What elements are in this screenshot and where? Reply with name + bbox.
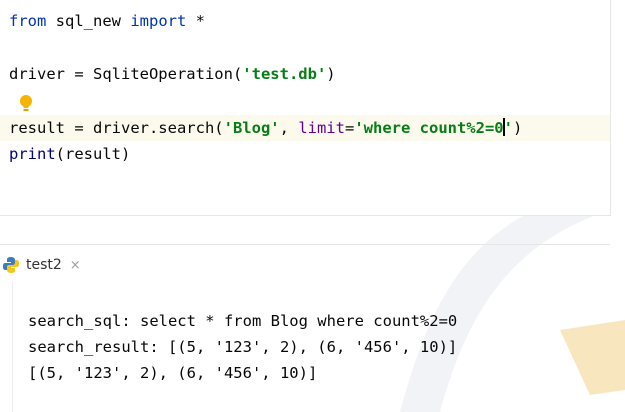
close-paren: ) <box>512 119 523 137</box>
string-where-clause: 'where count%2=0 <box>354 119 504 137</box>
panel-divider <box>0 244 610 245</box>
param-limit: limit <box>298 119 345 137</box>
console-gutter <box>0 282 13 412</box>
lightbulb-icon[interactable] <box>19 94 33 114</box>
run-tab-test2[interactable]: test2 × <box>2 252 81 278</box>
print-args: (result) <box>55 145 131 163</box>
close-icon[interactable]: × <box>70 258 81 273</box>
builtin-print: print <box>9 145 56 163</box>
code-editor[interactable]: from sql_new import * driver = SqliteOpe… <box>0 0 611 216</box>
close-paren: ) <box>326 65 336 83</box>
run-tab-bar: test2 × <box>0 248 610 282</box>
console-line: search_result: [(5, '123', 2), (6, '456'… <box>28 338 458 356</box>
string-close-quote: ' <box>503 119 513 137</box>
equals: = <box>344 119 355 137</box>
tab-label: test2 <box>26 257 62 273</box>
comma: , <box>279 119 299 137</box>
result-assign: result = driver.search( <box>9 119 224 137</box>
code-line-1[interactable]: from sql_new import * <box>9 8 205 34</box>
keyword-import: import <box>130 12 187 30</box>
code-line-5[interactable]: result = driver.search('Blog', limit='wh… <box>9 115 522 141</box>
code-line-3[interactable]: driver = SqliteOperation('test.db') <box>9 61 336 87</box>
console-line: [(5, '123', 2), (6, '456', 10)] <box>28 364 318 382</box>
python-icon <box>3 257 19 273</box>
keyword-from: from <box>9 12 47 30</box>
console-line: search_sql: select * from Blog where cou… <box>28 312 458 330</box>
import-star: * <box>186 12 205 30</box>
driver-assign: driver = SqliteOperation( <box>9 65 243 83</box>
module-name: sql_new <box>46 12 131 30</box>
string-test-db: 'test.db' <box>242 65 327 83</box>
code-line-6[interactable]: print(result) <box>9 141 130 167</box>
string-blog: 'Blog' <box>223 119 280 137</box>
